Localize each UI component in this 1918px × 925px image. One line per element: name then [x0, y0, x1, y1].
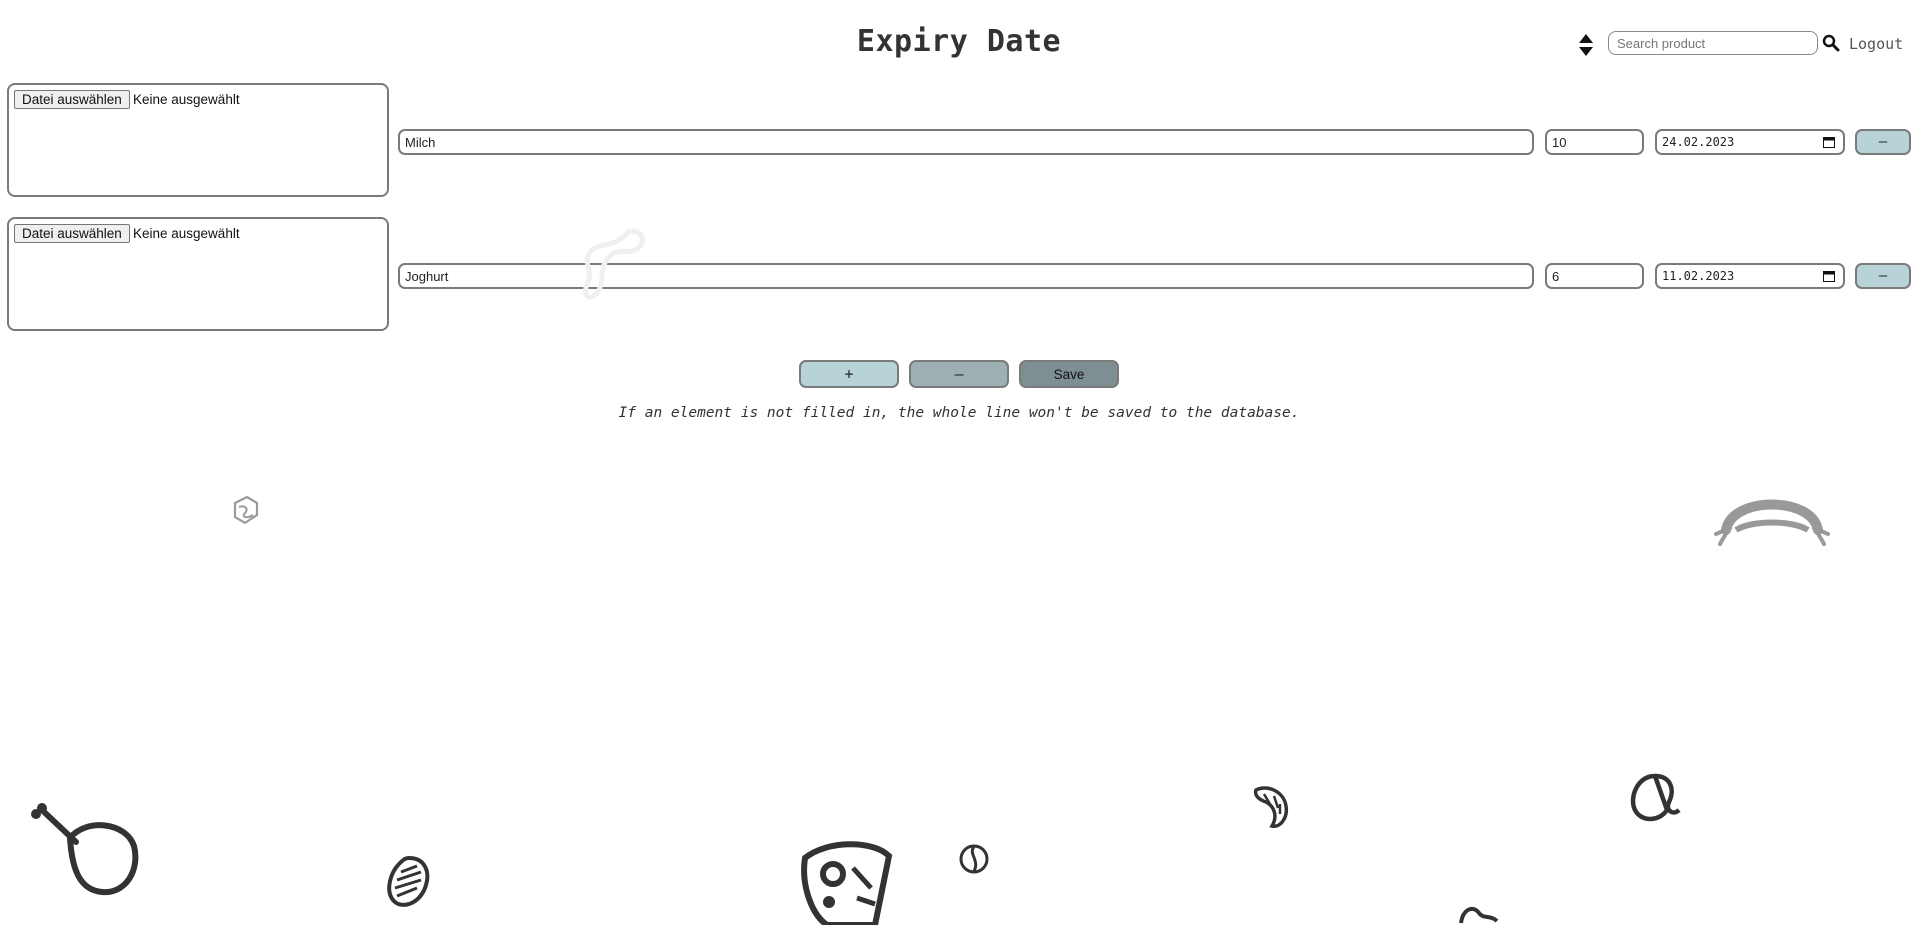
croissant-icon — [1253, 786, 1289, 828]
candy-icon — [233, 495, 259, 525]
product-row: Datei auswählen Keine ausgewählt 11.02.2… — [0, 217, 1918, 332]
calendar-icon[interactable] — [1823, 136, 1835, 148]
expiry-date-input[interactable]: 11.02.2023 — [1655, 263, 1845, 289]
expiry-date-input[interactable]: 24.02.2023 — [1655, 129, 1845, 155]
bread-icon — [387, 855, 430, 907]
remove-row-button[interactable]: – — [1855, 129, 1911, 155]
add-row-button[interactable]: + — [799, 360, 899, 388]
notice-text: If an element is not filled in, the whol… — [618, 405, 1300, 421]
tomato-icon — [1630, 773, 1681, 822]
search-input[interactable] — [1608, 31, 1818, 55]
choose-file-button[interactable]: Datei auswählen — [14, 90, 130, 109]
expiry-date-value: 11.02.2023 — [1662, 269, 1735, 283]
file-status: Keine ausgewählt — [133, 226, 240, 241]
sort-updown-icon[interactable] — [1578, 33, 1594, 57]
nut-icon — [959, 844, 989, 874]
product-name-input[interactable] — [398, 263, 1534, 289]
pepper-icon — [583, 228, 645, 300]
choose-file-button[interactable]: Datei auswählen — [14, 224, 130, 243]
product-name-input[interactable] — [398, 129, 1534, 155]
header: Expiry Date Logout — [0, 0, 1918, 80]
cheese-icon — [801, 841, 893, 925]
file-status: Keine ausgewählt — [133, 92, 240, 107]
image-upload-box[interactable]: Datei auswählen Keine ausgewählt — [7, 83, 389, 197]
save-button[interactable]: Save — [1019, 360, 1119, 388]
search-icon[interactable] — [1822, 34, 1840, 52]
quantity-input[interactable] — [1545, 263, 1644, 289]
logout-link[interactable]: Logout — [1849, 35, 1903, 53]
calendar-icon[interactable] — [1823, 270, 1835, 282]
sausage-icon — [1714, 499, 1830, 546]
ham-icon — [1459, 906, 1499, 924]
remove-last-row-button[interactable]: – — [909, 360, 1009, 388]
expiry-date-value: 24.02.2023 — [1662, 135, 1735, 149]
quantity-input[interactable] — [1545, 129, 1644, 155]
remove-row-button[interactable]: – — [1855, 263, 1911, 289]
image-upload-box[interactable]: Datei auswählen Keine ausgewählt — [7, 217, 389, 331]
chicken-leg-icon — [31, 803, 139, 896]
product-row: Datei auswählen Keine ausgewählt 24.02.2… — [0, 83, 1918, 198]
